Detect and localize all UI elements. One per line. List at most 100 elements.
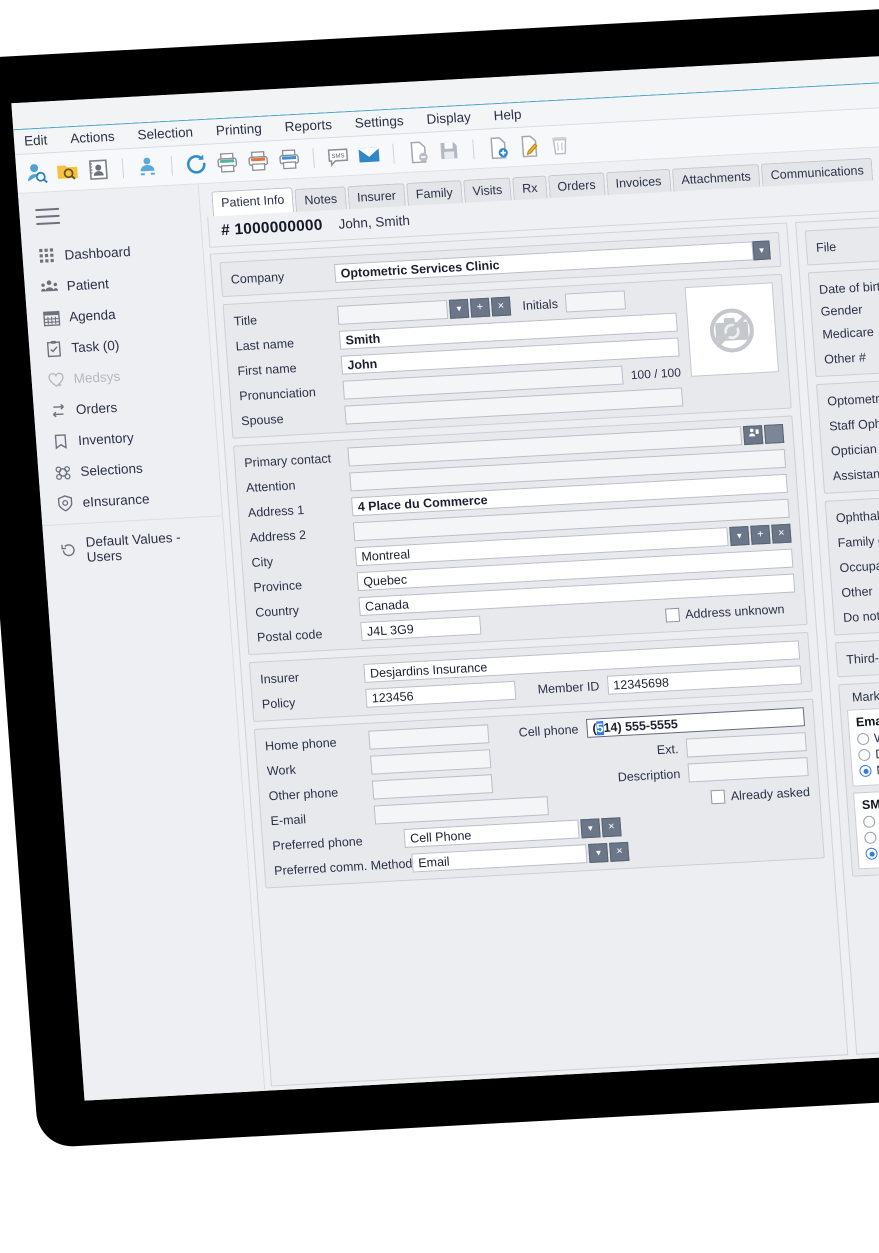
- home-phone-label: Home phone: [264, 735, 338, 753]
- preferred-phone-clear-button[interactable]: ×: [601, 817, 622, 838]
- print-green-icon[interactable]: [214, 150, 240, 175]
- policy-input[interactable]: 123456: [365, 680, 517, 708]
- other-phone-input[interactable]: [371, 774, 494, 800]
- patient-photo-placeholder[interactable]: [684, 282, 780, 377]
- email-consent-radio-unsubscribe[interactable]: [857, 748, 871, 762]
- refresh-icon[interactable]: [183, 152, 209, 177]
- document-edit-icon[interactable]: [516, 134, 542, 159]
- sidebar-item-label: Task (0): [70, 337, 120, 356]
- menu-item-printing[interactable]: Printing: [215, 121, 262, 138]
- sms-consent-radio-none[interactable]: [865, 847, 879, 861]
- ext-input[interactable]: [685, 732, 807, 758]
- lastname-label: Last name: [235, 335, 295, 353]
- insurer-label: Insurer: [259, 669, 300, 687]
- email-consent-radio-none[interactable]: [859, 764, 872, 778]
- menu-item-help[interactable]: Help: [493, 107, 522, 123]
- ophthalmologist-label: Ophthalmologist: [835, 505, 879, 525]
- preferred-comm-input[interactable]: Email: [411, 844, 588, 873]
- file-row: File 100000000: [815, 226, 879, 257]
- document-remove-icon[interactable]: [405, 140, 431, 165]
- already-asked-label: Already asked: [730, 784, 811, 803]
- optometrist-label: Optometrist: [826, 390, 879, 409]
- left-form-pane: Company Optometric Services Clinic ▼ Tit…: [209, 222, 849, 1087]
- postal-input[interactable]: J4L 3G9: [360, 615, 482, 642]
- city-dropdown-button[interactable]: ▼: [729, 525, 750, 546]
- save-icon[interactable]: [436, 138, 462, 163]
- tab-invoices[interactable]: Invoices: [605, 168, 672, 196]
- medicare-label: Medicare: [821, 324, 875, 342]
- document-add-icon[interactable]: [485, 135, 511, 160]
- email-consent-box: Email Would like to receive new Does not…: [846, 697, 879, 787]
- menu-item-display[interactable]: Display: [426, 109, 471, 126]
- menu-item-reports[interactable]: Reports: [284, 117, 332, 135]
- initials-input[interactable]: [565, 290, 627, 313]
- company-dropdown-button[interactable]: ▼: [752, 240, 771, 261]
- company-input[interactable]: Optometric Services Clinic: [333, 241, 754, 283]
- other-label: Other: [840, 583, 874, 600]
- sms-consent-radio-unsubscribe[interactable]: [863, 831, 877, 845]
- print-orange-icon[interactable]: [245, 148, 271, 173]
- sidebar-item-label: Medsys: [73, 368, 121, 387]
- family-doctor-label: Family doctor: [837, 532, 879, 550]
- sms-consent-radio-subscribe[interactable]: [862, 815, 876, 829]
- tab-family[interactable]: Family: [405, 179, 463, 206]
- title-input[interactable]: [337, 299, 449, 325]
- hamburger-icon[interactable]: [35, 207, 61, 226]
- email-icon[interactable]: [356, 142, 382, 167]
- content-area: Patient Info Notes Insurer Family Visits…: [198, 137, 879, 1093]
- menu-item-settings[interactable]: Settings: [354, 113, 404, 131]
- no-photo-icon: [709, 308, 754, 353]
- title-label: Title: [233, 312, 258, 329]
- address-unknown-checkbox[interactable]: [664, 607, 680, 623]
- work-input[interactable]: [370, 749, 492, 775]
- sidebar-item-label: Inventory: [77, 430, 135, 449]
- print-blue-icon[interactable]: [276, 147, 302, 172]
- description-input[interactable]: [687, 757, 809, 783]
- primary-contact-pick-button[interactable]: [742, 425, 764, 446]
- city-add-button[interactable]: +: [750, 524, 771, 545]
- sidebar-item-default-values-users[interactable]: Default Values - Users: [42, 515, 226, 574]
- toolbar-separator: [121, 158, 125, 179]
- primary-contact-extra-button[interactable]: [763, 423, 785, 444]
- tab-visits[interactable]: Visits: [462, 177, 513, 203]
- menu-item-actions[interactable]: Actions: [70, 129, 115, 146]
- contact-card-icon[interactable]: [86, 157, 112, 182]
- folder-search-icon[interactable]: [55, 159, 81, 184]
- title-clear-button[interactable]: ×: [490, 296, 512, 317]
- sidebar-item-label: Dashboard: [64, 243, 132, 263]
- already-asked-checkbox[interactable]: [710, 789, 726, 804]
- ext-label: Ext.: [656, 741, 679, 757]
- pronunciation-counter: 100 / 100: [630, 364, 682, 382]
- delete-icon[interactable]: [547, 132, 573, 157]
- contact-group: Home phone Cell phone (514) 555-5555 Wor…: [253, 698, 825, 889]
- title-dropdown-button[interactable]: ▼: [448, 298, 470, 319]
- tab-notes[interactable]: Notes: [294, 185, 347, 213]
- spouse-label: Spouse: [240, 411, 285, 428]
- patient-search-icon[interactable]: [24, 160, 50, 185]
- description-label: Description: [617, 766, 681, 784]
- preferred-phone-input[interactable]: Cell Phone: [403, 819, 580, 848]
- address2-label: Address 2: [249, 527, 307, 545]
- cell-phone-label: Cell phone: [518, 721, 579, 740]
- preferred-phone-dropdown-button[interactable]: ▼: [580, 818, 601, 839]
- attention-label: Attention: [245, 477, 296, 495]
- group-patient-icon[interactable]: [134, 154, 160, 179]
- menu-item-selection[interactable]: Selection: [137, 125, 194, 143]
- toolbar-separator: [170, 155, 174, 176]
- tab-orders[interactable]: Orders: [547, 171, 606, 199]
- tab-rx[interactable]: Rx: [512, 175, 548, 201]
- city-clear-button[interactable]: ×: [771, 523, 792, 544]
- home-phone-input[interactable]: [368, 724, 490, 750]
- patient-id: # 1000000000: [220, 216, 324, 240]
- sidebar-item-label: Orders: [75, 399, 118, 418]
- menu-item-edit[interactable]: Edit: [24, 132, 48, 148]
- email-input[interactable]: [373, 796, 550, 825]
- sms-icon[interactable]: SMS: [325, 144, 351, 169]
- preferred-comm-clear-button[interactable]: ×: [609, 841, 630, 862]
- email-consent-radio-subscribe[interactable]: [856, 732, 870, 746]
- member-id-input[interactable]: 12345698: [606, 665, 802, 695]
- preferred-comm-dropdown-button[interactable]: ▼: [588, 842, 609, 863]
- title-add-button[interactable]: +: [469, 297, 491, 318]
- do-not-recall-label: Do not recall: [842, 607, 879, 625]
- tab-insurer[interactable]: Insurer: [347, 182, 406, 210]
